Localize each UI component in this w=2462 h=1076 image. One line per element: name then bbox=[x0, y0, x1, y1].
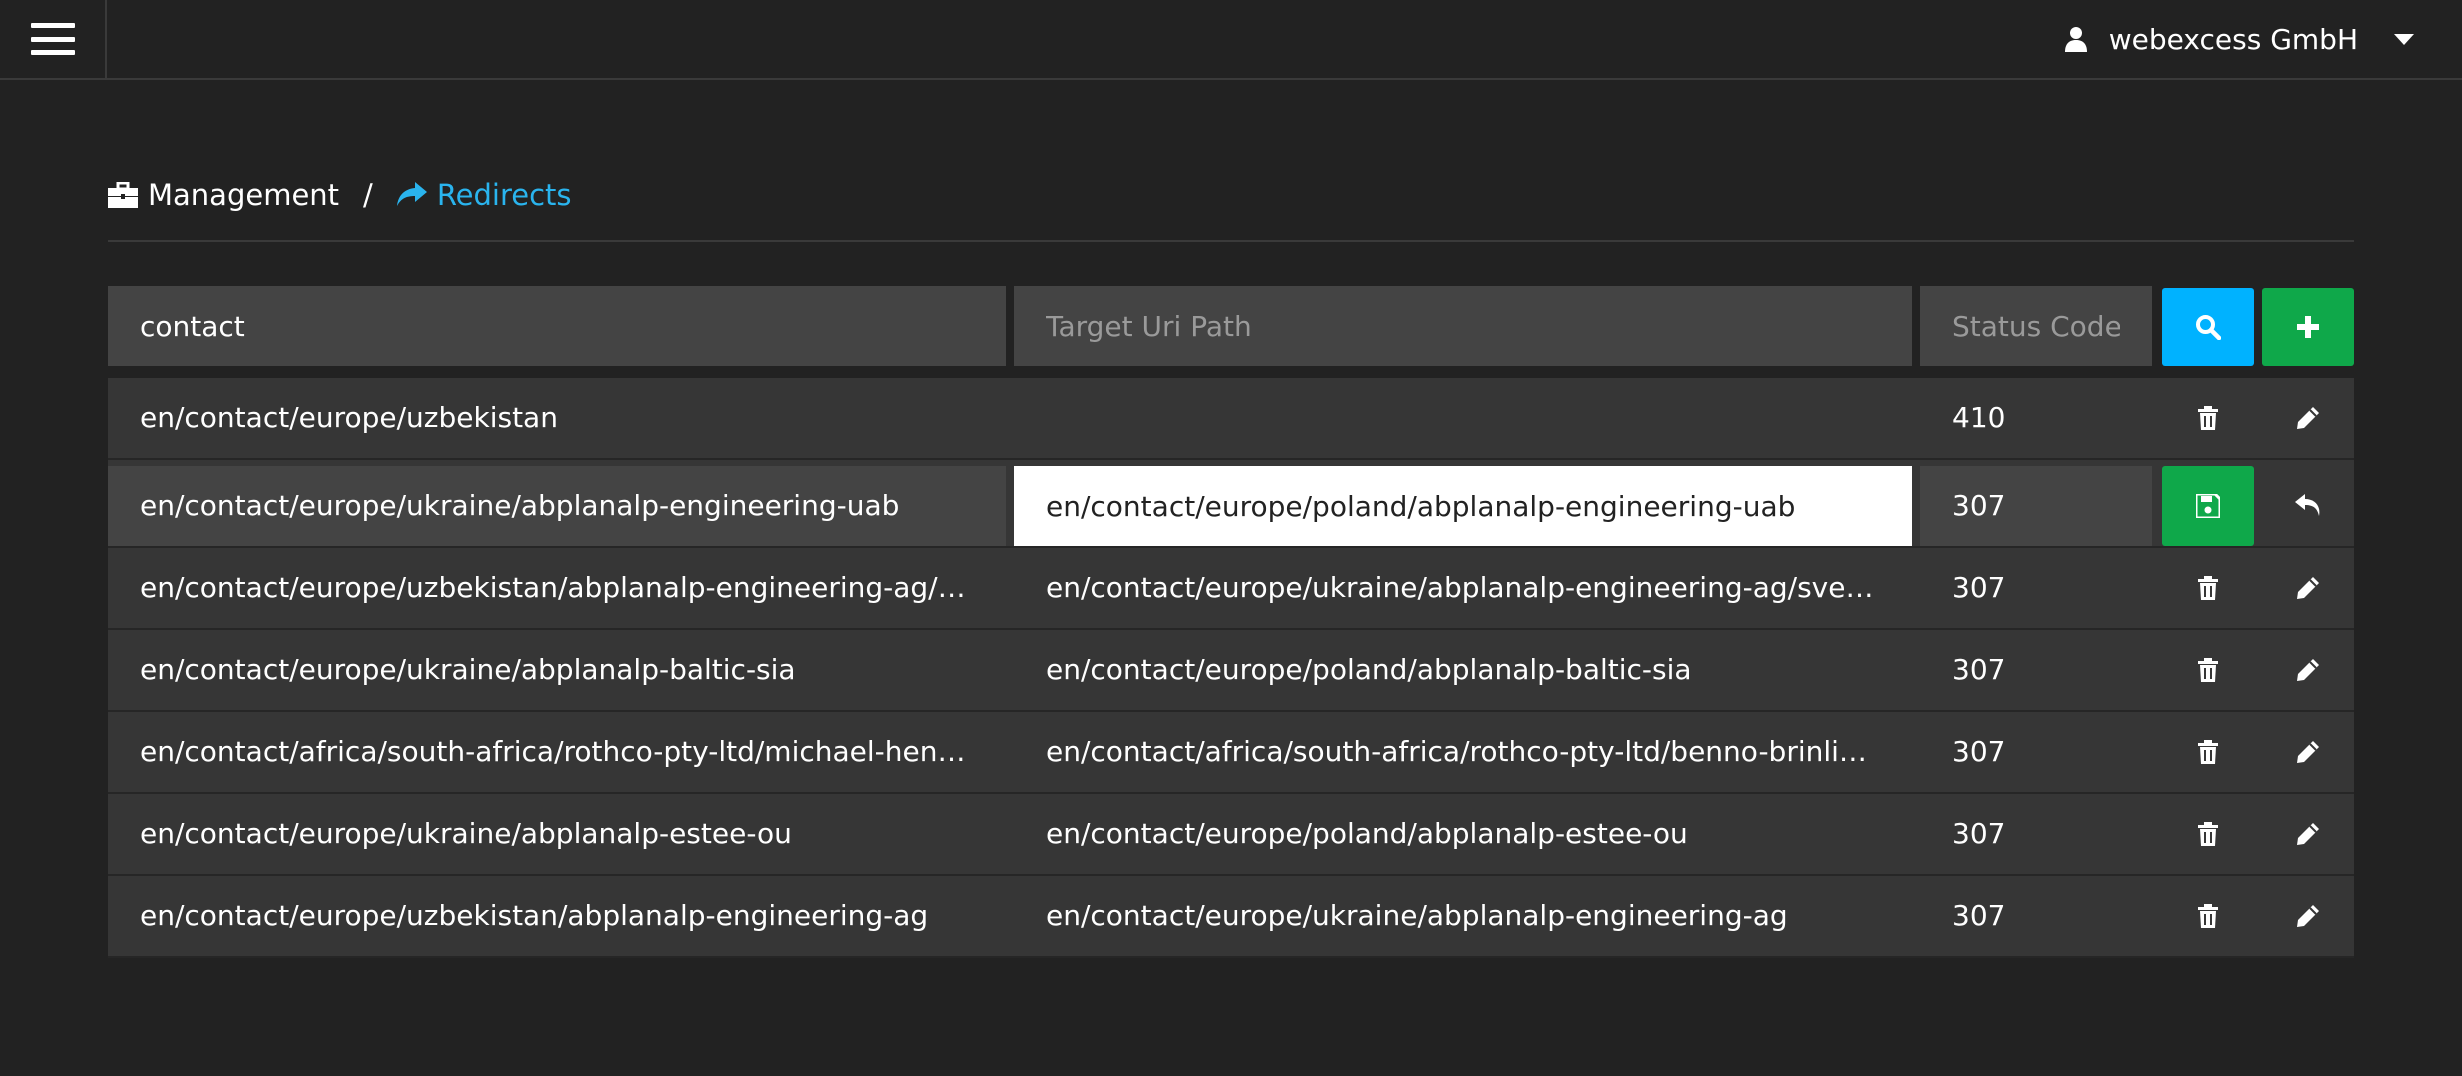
status-code-filter-input[interactable] bbox=[1920, 286, 2152, 366]
status-code-cell: 410 bbox=[1952, 401, 2006, 434]
table-row: en/contact/europe/uzbekistan/abplanalp-e… bbox=[108, 876, 2354, 958]
pencil-icon bbox=[2297, 659, 2319, 681]
source-uri-cell: en/contact/europe/ukraine/abplanalp-engi… bbox=[108, 466, 1006, 546]
status-code-cell: 307 bbox=[1952, 899, 2006, 932]
delete-button[interactable] bbox=[2162, 712, 2254, 792]
status-code-edit-field[interactable]: 307 bbox=[1920, 466, 2152, 546]
cancel-edit-button[interactable] bbox=[2262, 466, 2354, 546]
edit-button[interactable] bbox=[2262, 794, 2354, 874]
pencil-icon bbox=[2297, 407, 2319, 429]
add-redirect-button[interactable] bbox=[2262, 288, 2354, 366]
trash-icon bbox=[2198, 822, 2218, 846]
source-uri-cell: en/contact/europe/uzbekistan bbox=[140, 401, 558, 434]
hamburger-menu-icon bbox=[30, 23, 75, 55]
caret-down-icon bbox=[2394, 33, 2414, 45]
target-uri-cell: en/contact/europe/ukraine/abplanalp-engi… bbox=[1046, 899, 1788, 932]
floppy-disk-icon bbox=[2196, 494, 2220, 518]
search-button[interactable] bbox=[2162, 288, 2254, 366]
pencil-icon bbox=[2297, 823, 2319, 845]
edit-button[interactable] bbox=[2262, 548, 2354, 628]
breadcrumb-current-label: Redirects bbox=[436, 178, 572, 212]
user-icon bbox=[2064, 27, 2087, 52]
target-uri-cell bbox=[1014, 378, 1912, 458]
table-row-editing: en/contact/europe/ukraine/abplanalp-engi… bbox=[108, 460, 2354, 548]
breadcrumb-parent[interactable]: Management bbox=[108, 178, 339, 212]
edit-button[interactable] bbox=[2262, 712, 2354, 792]
user-menu[interactable]: webexcess GmbH bbox=[2064, 0, 2414, 78]
target-uri-cell: en/contact/europe/poland/abplanalp-balti… bbox=[1046, 653, 1692, 686]
hamburger-menu-button[interactable] bbox=[0, 0, 107, 78]
source-uri-cell: en/contact/europe/uzbekistan/abplanalp-e… bbox=[140, 571, 1006, 604]
delete-button[interactable] bbox=[2162, 876, 2254, 956]
share-arrow-icon bbox=[396, 182, 427, 206]
table-row: en/contact/europe/ukraine/abplanalp-este… bbox=[108, 794, 2354, 876]
trash-icon bbox=[2198, 740, 2218, 764]
target-uri-cell: en/contact/europe/ukraine/abplanalp-engi… bbox=[1046, 571, 1912, 604]
user-name: webexcess GmbH bbox=[2108, 22, 2358, 56]
delete-button[interactable] bbox=[2162, 548, 2254, 628]
trash-icon bbox=[2198, 406, 2218, 430]
source-uri-cell: en/contact/europe/uzbekistan/abplanalp-e… bbox=[140, 899, 929, 932]
target-uri-edit-input[interactable] bbox=[1014, 466, 1912, 546]
breadcrumb-separator: / bbox=[363, 178, 373, 212]
pencil-icon bbox=[2297, 905, 2319, 927]
breadcrumb-current[interactable]: Redirects bbox=[396, 178, 572, 212]
edit-button[interactable] bbox=[2262, 876, 2354, 956]
target-uri-cell: en/contact/africa/south-africa/rothco-pt… bbox=[1046, 735, 1904, 768]
breadcrumb-parent-label: Management bbox=[148, 178, 340, 212]
briefcase-icon bbox=[108, 182, 138, 208]
delete-button[interactable] bbox=[2162, 794, 2254, 874]
table-row: en/contact/europe/uzbekistan 410 bbox=[108, 378, 2354, 460]
target-uri-cell: en/contact/europe/poland/abplanalp-estee… bbox=[1046, 817, 1688, 850]
edit-button[interactable] bbox=[2262, 378, 2354, 458]
trash-icon bbox=[2198, 576, 2218, 600]
table-row: en/contact/africa/south-africa/rothco-pt… bbox=[108, 712, 2354, 794]
pencil-icon bbox=[2297, 741, 2319, 763]
delete-button[interactable] bbox=[2162, 378, 2254, 458]
edit-button[interactable] bbox=[2262, 630, 2354, 710]
undo-arrow-icon bbox=[2295, 494, 2320, 516]
status-code-cell: 307 bbox=[1952, 735, 2006, 768]
target-uri-filter-input[interactable] bbox=[1014, 286, 1912, 366]
delete-button[interactable] bbox=[2162, 630, 2254, 710]
source-uri-cell: en/contact/europe/ukraine/abplanalp-este… bbox=[140, 817, 792, 850]
trash-icon bbox=[2198, 658, 2218, 682]
plus-icon bbox=[2297, 316, 2319, 338]
search-icon bbox=[2196, 315, 2221, 340]
top-bar: webexcess GmbH bbox=[0, 0, 2462, 80]
breadcrumb: Management / Redirects bbox=[108, 178, 2354, 242]
trash-icon bbox=[2198, 904, 2218, 928]
source-uri-cell: en/contact/africa/south-africa/rothco-pt… bbox=[140, 735, 978, 768]
source-uri-cell: en/contact/europe/ukraine/abplanalp-balt… bbox=[140, 653, 796, 686]
status-code-cell: 307 bbox=[1952, 571, 2006, 604]
source-uri-filter-input[interactable] bbox=[108, 286, 1006, 366]
table-row: en/contact/europe/uzbekistan/abplanalp-e… bbox=[108, 548, 2354, 630]
status-code-cell: 307 bbox=[1952, 653, 2006, 686]
pencil-icon bbox=[2297, 577, 2319, 599]
status-code-cell: 307 bbox=[1952, 817, 2006, 850]
table-row: en/contact/europe/ukraine/abplanalp-balt… bbox=[108, 630, 2354, 712]
save-button[interactable] bbox=[2162, 466, 2254, 546]
redirects-table: en/contact/europe/uzbekistan 410 en/cont… bbox=[108, 378, 2354, 958]
